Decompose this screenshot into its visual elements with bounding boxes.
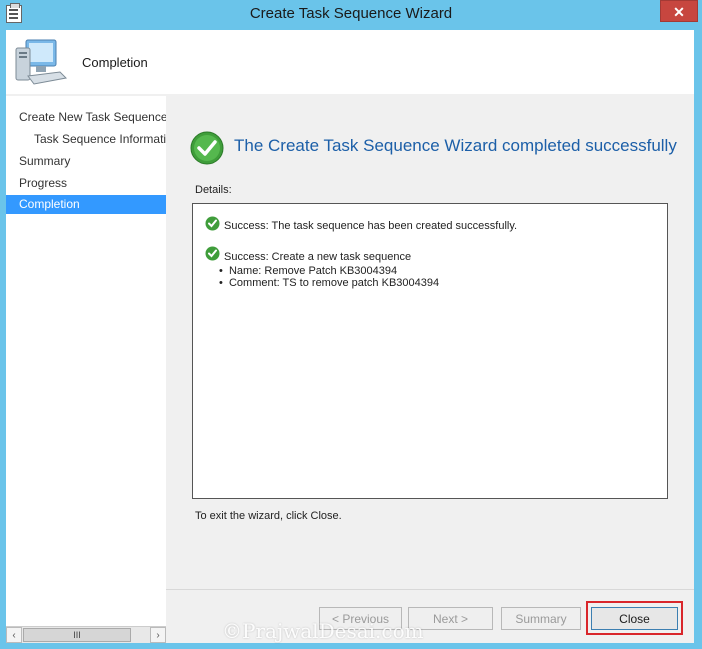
- nav-horizontal-scrollbar[interactable]: ‹ III ›: [6, 626, 166, 643]
- footer-divider: [166, 589, 694, 590]
- detail-line: Success: The task sequence has been crea…: [224, 220, 518, 232]
- success-check-icon: [205, 216, 220, 231]
- success-check-icon: [205, 246, 220, 261]
- details-box: Success: The task sequence has been crea…: [192, 203, 668, 499]
- detail-bullet: • Name: Remove Patch KB3004394: [219, 265, 398, 277]
- detail-bullet-text: Name: Remove Patch KB3004394: [228, 265, 398, 277]
- wizard-header: Completion: [6, 30, 694, 94]
- nav-item-completion[interactable]: Completion: [6, 195, 166, 214]
- nav-item-progress[interactable]: Progress: [6, 174, 166, 193]
- summary-button[interactable]: Summary: [501, 607, 581, 630]
- nav-item-task-sequence-information[interactable]: Task Sequence Informati: [6, 130, 166, 149]
- wizard-window: Create Task Sequence Wizard ✕ Completion…: [0, 0, 702, 649]
- wizard-nav: Create New Task Sequence Task Sequence I…: [6, 96, 166, 626]
- detail-bullet-text: Comment: TS to remove patch KB3004394: [228, 277, 440, 289]
- detail-bullet: • Comment: TS to remove patch KB3004394: [219, 277, 440, 289]
- watermark-text: ©PrajwalDesai.com: [222, 619, 424, 643]
- scroll-thumb[interactable]: III: [23, 628, 131, 642]
- window-close-button[interactable]: ✕: [660, 0, 698, 22]
- success-check-icon: [190, 131, 224, 165]
- nav-item-create-new-task-sequence[interactable]: Create New Task Sequence: [6, 108, 166, 127]
- wizard-client-area: Completion Create New Task Sequence Task…: [6, 30, 694, 643]
- details-label: Details:: [195, 184, 232, 196]
- title-bar[interactable]: Create Task Sequence Wizard ✕: [0, 0, 702, 30]
- window-title: Create Task Sequence Wizard: [249, 5, 453, 22]
- close-button[interactable]: Close: [591, 607, 678, 630]
- scroll-right-arrow-icon[interactable]: ›: [150, 627, 166, 643]
- completion-panel: The Create Task Sequence Wizard complete…: [166, 96, 694, 589]
- page-title: Completion: [82, 55, 148, 70]
- computer-icon: [15, 39, 68, 85]
- scroll-left-arrow-icon[interactable]: ‹: [6, 627, 22, 643]
- detail-line: Success: Create a new task sequence: [224, 251, 412, 263]
- completion-headline: The Create Task Sequence Wizard complete…: [234, 136, 677, 155]
- nav-item-summary[interactable]: Summary: [6, 152, 166, 171]
- exit-instructions: To exit the wizard, click Close.: [195, 510, 342, 522]
